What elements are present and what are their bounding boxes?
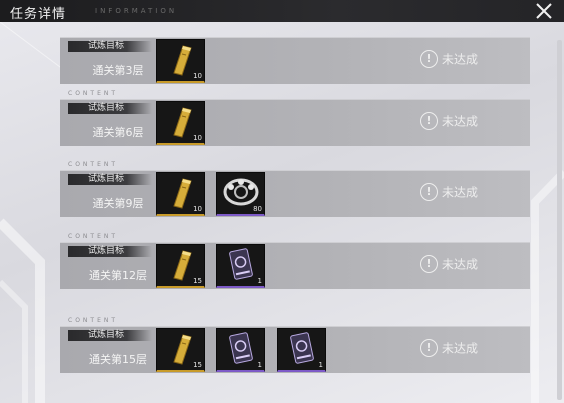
task-label: 通关第15层 xyxy=(89,353,147,366)
task-status: ! 未达成 xyxy=(419,183,478,201)
task-label: 通关第6层 xyxy=(92,126,144,139)
exclamation-icon: ! xyxy=(419,255,438,273)
task-row: 试炼目标 通关第3层 10! 未达成 xyxy=(60,37,530,84)
scrollbar[interactable] xyxy=(557,40,562,400)
task-status: ! 未达成 xyxy=(419,50,478,68)
reward-quantity: 1 xyxy=(318,361,323,369)
task-row: CONTENT 试炼目标 通关第15层 15 1 1! 未达成 xyxy=(60,317,530,373)
reward-quantity: 1 xyxy=(257,277,262,285)
exclamation-icon: ! xyxy=(419,112,438,130)
reward-item[interactable]: 15 xyxy=(156,328,205,372)
page-title: 任务详情 xyxy=(10,7,67,22)
task-status: ! 未达成 xyxy=(419,112,478,130)
status-label: 未达成 xyxy=(441,185,478,200)
task-tag: 试炼目标 xyxy=(68,174,152,185)
task-row: CONTENT 试炼目标 通关第6层 10! 未达成 xyxy=(60,90,530,146)
exclamation-icon: ! xyxy=(419,50,438,68)
title-bar: 任务详情 INFORMATION xyxy=(0,0,564,22)
content-deco-text: CONTENT xyxy=(68,90,119,97)
exclamation-icon: ! xyxy=(419,339,438,357)
reward-item[interactable]: 10 xyxy=(156,101,205,145)
task-label: 通关第12层 xyxy=(89,269,147,282)
status-label: 未达成 xyxy=(441,257,478,272)
task-row: CONTENT 试炼目标 通关第9层 10 80! 未达成 xyxy=(60,161,530,217)
reward-quantity: 1 xyxy=(257,361,262,369)
reward-quantity: 80 xyxy=(253,205,262,213)
reward-quantity: 15 xyxy=(193,361,202,369)
reward-item[interactable]: 15 xyxy=(156,244,205,288)
task-status: ! 未达成 xyxy=(419,339,478,357)
title-deco-text: INFORMATION xyxy=(95,7,178,15)
reward-item[interactable]: 10 xyxy=(156,39,205,83)
reward-item[interactable]: 1 xyxy=(216,328,265,372)
content-deco-text: CONTENT xyxy=(68,317,119,324)
content-deco-text: CONTENT xyxy=(68,233,119,240)
task-row: CONTENT 试炼目标 通关第12层 15 1! 未达成 xyxy=(60,233,530,289)
reward-quantity: 10 xyxy=(193,205,202,213)
reward-item[interactable]: 1 xyxy=(216,244,265,288)
reward-item[interactable]: 10 xyxy=(156,172,205,216)
task-tag: 试炼目标 xyxy=(68,246,152,257)
task-tag: 试炼目标 xyxy=(68,330,152,341)
reward-quantity: 10 xyxy=(193,134,202,142)
task-tag: 试炼目标 xyxy=(68,103,152,114)
close-button[interactable] xyxy=(534,1,554,21)
task-label: 通关第9层 xyxy=(92,197,144,210)
status-label: 未达成 xyxy=(441,52,478,67)
reward-item[interactable]: 80 xyxy=(216,172,265,216)
reward-item[interactable]: 1 xyxy=(277,328,326,372)
content-deco-text: CONTENT xyxy=(68,161,119,168)
close-icon xyxy=(536,3,552,19)
status-label: 未达成 xyxy=(441,341,478,356)
task-label: 通关第3层 xyxy=(92,64,144,77)
status-label: 未达成 xyxy=(441,114,478,129)
reward-quantity: 15 xyxy=(193,277,202,285)
task-tag: 试炼目标 xyxy=(68,41,152,52)
exclamation-icon: ! xyxy=(419,183,438,201)
reward-quantity: 10 xyxy=(193,72,202,80)
task-status: ! 未达成 xyxy=(419,255,478,273)
